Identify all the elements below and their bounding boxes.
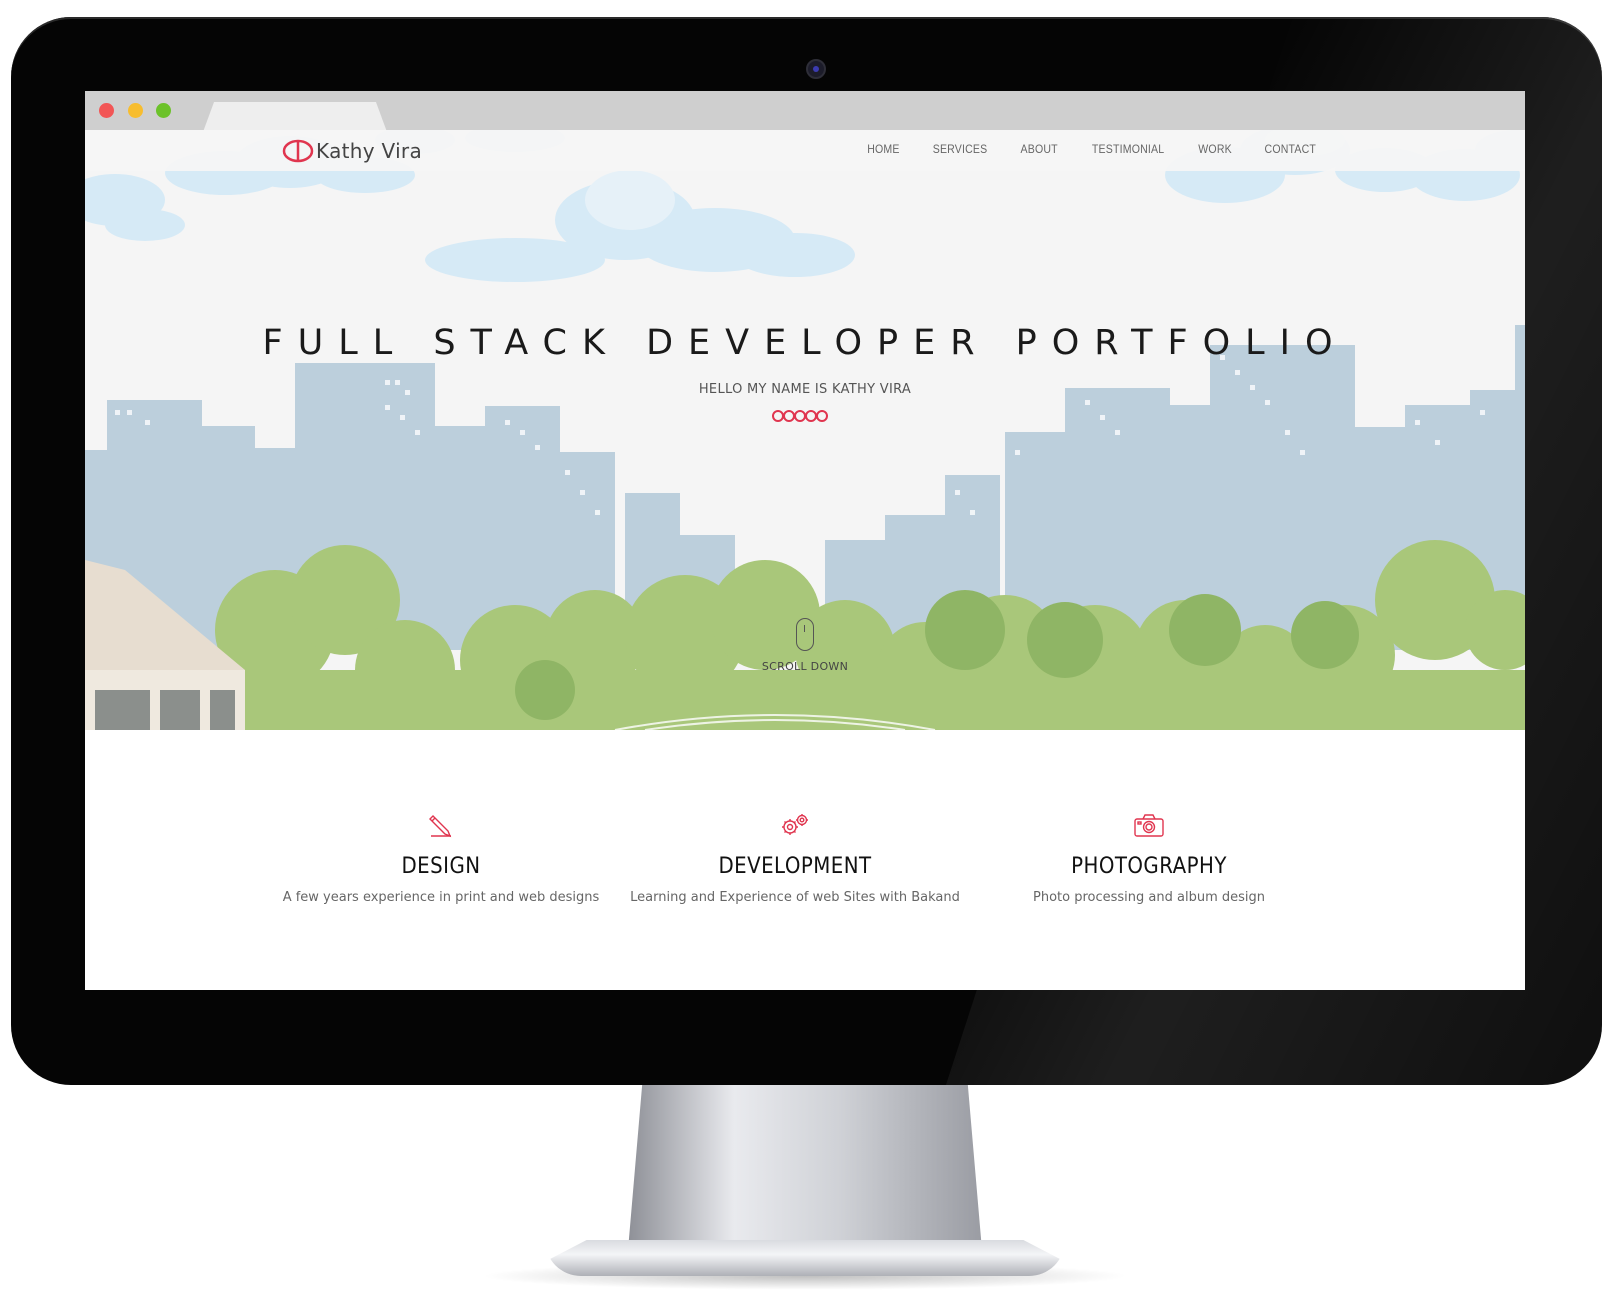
scroll-down-link[interactable]: SCROLL DOWN [85, 618, 1525, 673]
service-description: Photo processing and album design [1033, 890, 1265, 905]
pencil-icon [429, 815, 452, 838]
service-development: DEVELOPMENT Learning and Experience of w… [615, 810, 975, 905]
scroll-down-label: SCROLL DOWN [761, 660, 849, 673]
site-logo[interactable]: Kathy Vira [282, 137, 422, 165]
nav-services[interactable]: SERVICES [932, 142, 987, 156]
browser-tab[interactable] [203, 102, 387, 132]
site-navbar: Kathy Vira HOME SERVICES ABOUT TESTIMONI… [85, 130, 1525, 171]
service-title: DEVELOPMENT [718, 854, 872, 879]
gears-icon [782, 814, 808, 835]
mouse-icon [796, 618, 814, 651]
service-title: DESIGN [401, 854, 481, 879]
service-title: PHOTOGRAPHY [1071, 854, 1227, 879]
service-photography: PHOTOGRAPHY Photo processing and album d… [969, 810, 1329, 905]
minimize-window-button[interactable] [128, 103, 143, 118]
nav-about[interactable]: ABOUT [1020, 142, 1057, 156]
monitor-stand-base [545, 1240, 1065, 1276]
logo-icon [282, 139, 314, 163]
nav-contact[interactable]: CONTACT [1265, 142, 1316, 156]
browser-titlebar [85, 91, 1525, 132]
nav-work[interactable]: WORK [1199, 142, 1233, 156]
website: FULL STACK DEVELOPER PORTFOLIO HELLO MY … [85, 130, 1525, 990]
camera-icon [1134, 814, 1164, 837]
nav-testimonial[interactable]: TESTIMONIAL [1092, 142, 1164, 156]
service-description: A few years experience in print and web … [282, 890, 600, 905]
hero-section: FULL STACK DEVELOPER PORTFOLIO HELLO MY … [85, 130, 1525, 730]
service-design: DESIGN A few years experience in print a… [261, 810, 621, 905]
services-section: DESIGN A few years experience in print a… [85, 730, 1525, 990]
monitor-stand [628, 1085, 982, 1250]
hero-title: FULL STACK DEVELOPER PORTFOLIO [262, 323, 1348, 363]
webcam-icon [806, 59, 826, 79]
close-window-button[interactable] [99, 103, 114, 118]
maximize-window-button[interactable] [156, 103, 171, 118]
hero-subtitle: HELLO MY NAME IS KATHY VIRA [698, 382, 912, 397]
logo-text: Kathy Vira [316, 139, 423, 163]
nav-home[interactable]: HOME [867, 142, 899, 156]
browser-window: FULL STACK DEVELOPER PORTFOLIO HELLO MY … [85, 91, 1525, 990]
service-description: Learning and Experience of web Sites wit… [630, 890, 960, 905]
rings-divider-icon [772, 410, 828, 422]
main-nav: HOME SERVICES ABOUT TESTIMONIAL WORK CON… [838, 142, 1320, 156]
